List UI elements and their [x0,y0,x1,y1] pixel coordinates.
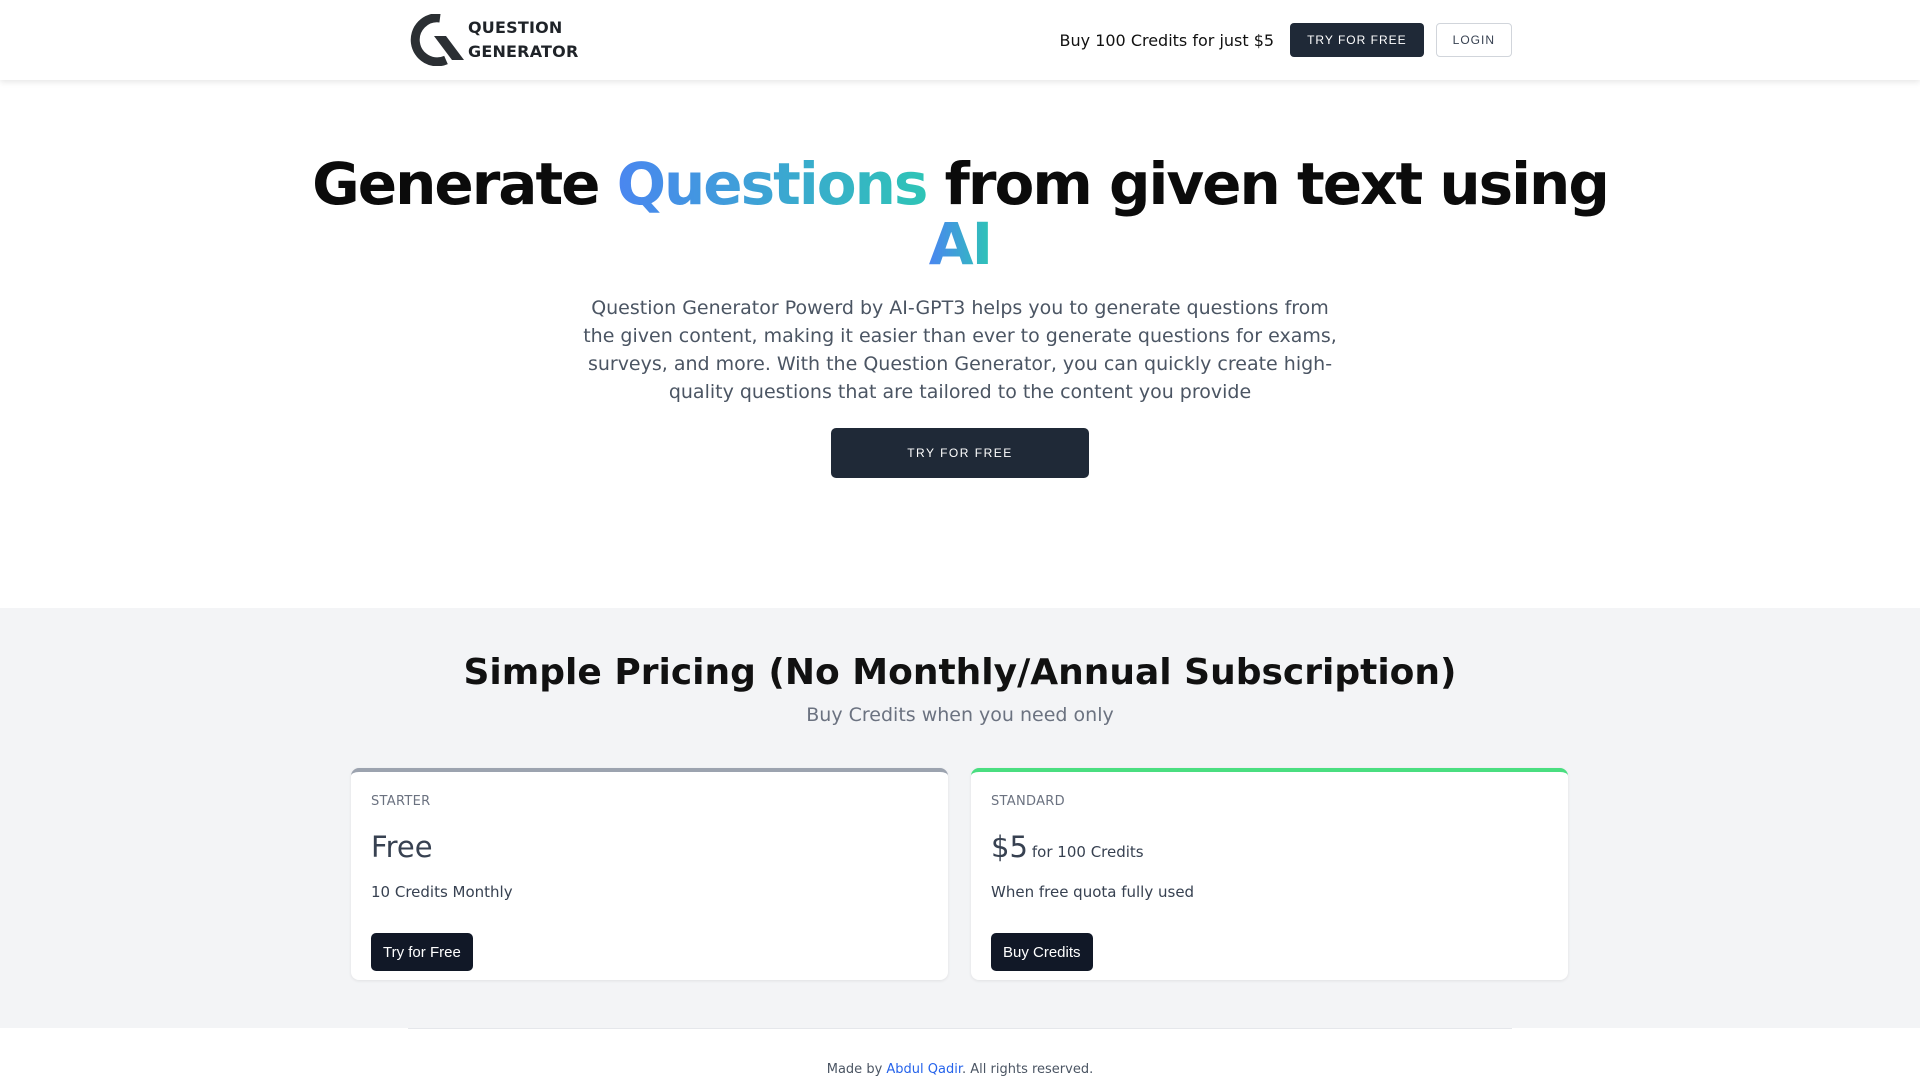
plan-tier: STANDARD [991,794,1065,809]
footer-suffix: . All rights reserved. [962,1062,1094,1077]
login-button[interactable]: LOGIN [1435,23,1512,57]
site-header: QUESTION GENERATOR Buy 100 Credits for j… [0,0,1920,80]
site-footer: Made by Abdul Qadir. All rights reserved… [0,1028,1920,1080]
plan-price-value: Free [371,830,433,864]
plan-price: $5 for 100 Credits [991,830,1144,864]
hero-section: Generate Questions from given text using… [0,80,1920,608]
logo-line2: GENERATOR [468,42,579,61]
header-nav: Buy 100 Credits for just $5 TRY FOR FREE… [1060,23,1512,57]
logo-line1: QUESTION [468,18,563,37]
plan-description: 10 Credits Monthly [371,883,513,901]
promo-text: Buy 100 Credits for just $5 [1059,30,1275,50]
pricing-subtitle: Buy Credits when you need only [806,704,1114,726]
header-try-free-button[interactable]: TRY FOR FREE [1290,23,1424,57]
pricing-card-starter: STARTER Free 10 Credits Monthly Try for … [351,768,948,980]
hero-title-part2: from given text using [926,150,1610,218]
plan-price-per: for 100 Credits [1031,843,1144,861]
try-for-free-button[interactable]: Try for Free [371,933,473,971]
buy-credits-button[interactable]: Buy Credits [991,933,1093,971]
hero-title-highlight-ai: AI [928,210,993,278]
footer-divider [408,1028,1512,1029]
pricing-title: Simple Pricing (No Monthly/Annual Subscr… [463,652,1457,693]
hero-title: Generate Questions from given text using… [0,154,1920,274]
hero-try-free-button[interactable]: TRY FOR FREE [831,428,1089,478]
footer-prefix: Made by [826,1062,887,1077]
footer-text: Made by Abdul Qadir. All rights reserved… [0,1062,1920,1077]
plan-price-value: $5 [991,830,1028,864]
pricing-section: Simple Pricing (No Monthly/Annual Subscr… [0,608,1920,1028]
logo-text: QUESTION GENERATOR [468,16,578,64]
hero-description: Question Generator Powerd by AI-GPT3 hel… [583,297,1337,403]
pricing-card-standard: STANDARD $5 for 100 Credits When free quo… [971,768,1568,980]
plan-price: Free [371,830,433,864]
logo-q-icon [410,14,464,66]
plan-description: When free quota fully used [991,883,1195,901]
plan-tier: STARTER [371,794,431,809]
author-link[interactable]: Abdul Qadir [886,1062,962,1077]
hero-title-highlight-questions: Questions [616,150,929,218]
hero-title-part1: Generate [312,150,617,218]
logo-link[interactable]: QUESTION GENERATOR [410,14,578,66]
